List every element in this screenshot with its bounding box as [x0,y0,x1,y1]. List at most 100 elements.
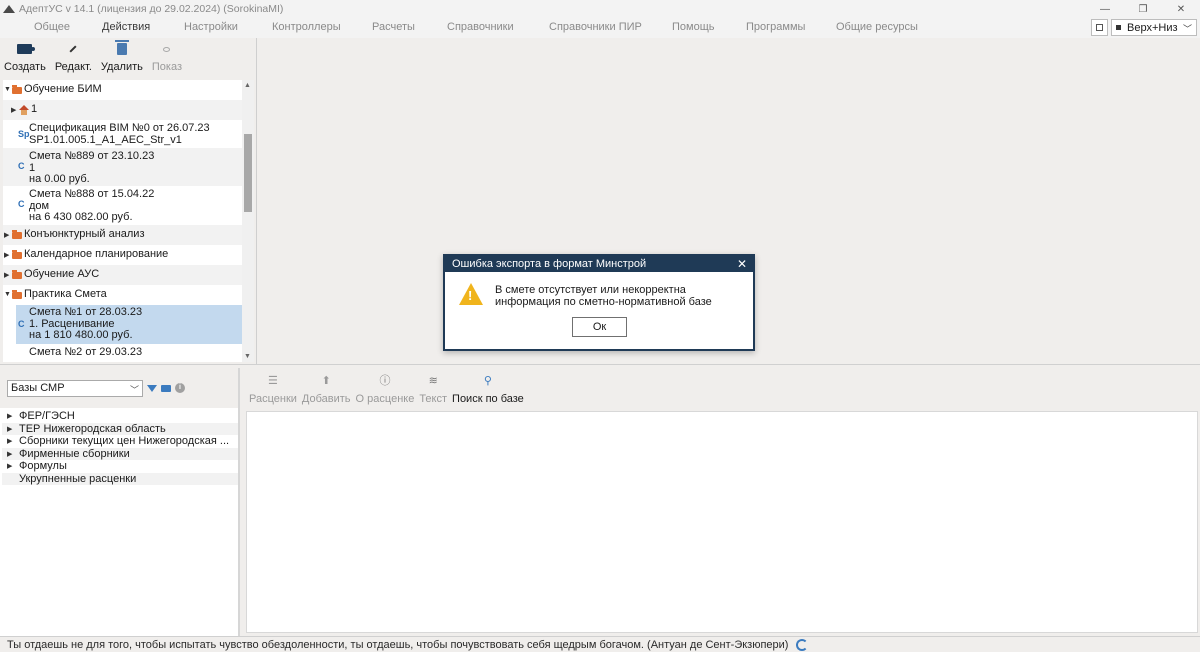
window-title: АдептУС v 14.1 (лицензия до 29.02.2024) … [19,3,284,15]
tree-item-label: Конъюнктурный анализ [24,228,145,240]
tree-item-label: Обучение БИМ [24,83,102,95]
trash-icon [114,40,129,55]
tree-item-estimate-888[interactable]: C Смета №888 от 15.04.22 дом на 6 430 08… [3,186,242,225]
caret-right-icon: ▶ [7,463,13,471]
edit-button[interactable]: Редакт. [55,38,92,80]
delete-button[interactable]: Удалить [101,38,143,80]
tree-item-label: Смета №888 от 15.04.22 дом на 6 430 082.… [29,188,155,223]
show-button[interactable]: Показ [152,38,182,80]
layout-select[interactable]: Верх+Низ ﹀ [1111,19,1197,36]
menu-shared-resources[interactable]: Общие ресурсы [836,21,918,33]
menu-calculations[interactable]: Расчеты [372,21,415,33]
caret-right-icon: ▶ [4,252,10,259]
title-bar: АдептУС v 14.1 (лицензия до 29.02.2024) … [0,0,1200,18]
layout-toggle-icon[interactable] [1091,19,1108,36]
scroll-up-icon[interactable]: ▲ [244,82,251,89]
base-item-fer[interactable]: ▶ ФЕР/ГЭСН [2,410,238,423]
menu-actions[interactable]: Действия [102,21,150,33]
info-circle-icon: ⓘ [379,374,391,387]
tree-item-estimate-2[interactable]: Смета №2 от 29.03.23 [3,345,242,362]
base-item-label: ТЕР Нижегородская область [19,422,166,435]
menu-general[interactable]: Общее [34,21,70,33]
status-quote: Ты отдаешь не для того, чтобы испытать ч… [7,638,789,651]
tree-item-spec[interactable]: Sp Спецификация BIM №0 от 26.07.23 SP1.0… [3,120,242,148]
info-icon[interactable]: i [175,383,185,393]
caret-down-icon: ▼ [4,86,11,93]
caret-down-icon: ▼ [4,291,11,298]
scroll-thumb[interactable] [244,134,252,212]
base-item-company[interactable]: ▶ Фирменные сборники [2,447,238,460]
add-button[interactable]: ⬆ Добавить [302,368,351,410]
menu-help[interactable]: Помощь [672,21,715,33]
search-base-button[interactable]: ⚲ Поиск по базе [452,368,524,410]
base-item-label: ФЕР/ГЭСН [19,410,75,423]
tree-item-bim[interactable]: ▼ Обучение БИМ [3,80,242,99]
close-icon[interactable]: ✕ [737,256,747,272]
tree-item-label: Календарное планирование [24,248,169,260]
tree-item-practice[interactable]: ▼ Практика Смета [3,285,242,305]
spec-doc-icon: Sp [18,129,30,139]
layout-select-value: Верх+Низ [1127,21,1178,34]
folder-icon [12,250,22,259]
menu-controllers[interactable]: Контроллеры [272,21,341,33]
caret-right-icon: ▶ [11,107,17,114]
menu-settings[interactable]: Настройки [184,21,238,33]
minimize-icon[interactable]: — [1086,0,1124,18]
tree-item-market-analysis[interactable]: ▶ Конъюнктурный анализ [3,225,242,245]
estimate-doc-icon: C [18,319,25,329]
base-item-label: Сборники текущих цен Нижегородская ... [19,435,230,448]
menu-references[interactable]: Справочники [447,21,514,33]
about-rate-label: О расценке [355,393,415,405]
tree-item-label: Смета №2 от 29.03.23 [29,346,143,358]
estimate-doc-icon: C [18,199,25,209]
tree-item-label: Практика Смета [24,288,107,300]
base-item-formulas[interactable]: ▶ Формулы [2,460,238,473]
caret-right-icon: ▶ [7,438,13,446]
chevron-down-icon: ﹀ [1182,24,1192,34]
base-item-ter[interactable]: ▶ ТЕР Нижегородская область [2,422,238,435]
rates-panel: ☰ Расценки ⬆ Добавить ⓘ О расценке ≋ Тек… [244,368,1200,636]
close-icon[interactable]: ✕ [1162,0,1200,18]
base-item-aggregated[interactable]: Укрупненные расценки [2,472,238,485]
rates-button[interactable]: ☰ Расценки [249,368,297,410]
bases-select[interactable]: Базы СМР ﹀ [7,379,143,397]
tree-item-label: Спецификация BIM №0 от 26.07.23 SP1.01.0… [29,122,210,146]
arrow-up-icon: ⬆ [321,374,331,387]
chevron-down-icon: ﹀ [129,384,139,395]
layout-controls: Верх+Низ ﹀ [1091,18,1197,37]
restore-icon[interactable]: ❐ [1124,0,1162,18]
create-button[interactable]: Создать [4,38,46,80]
text-button[interactable]: ≋ Текст [419,368,447,410]
folder-icon [12,85,22,94]
app-logo-icon [3,4,15,14]
tree-item-scheduling[interactable]: ▶ Календарное планирование [3,245,242,265]
tree-item-label: Смета №1 от 28.03.23 1. Расценивание на … [29,306,143,341]
tree-item-label: 1 [31,103,38,115]
about-rate-button[interactable]: ⓘ О расценке [356,368,415,410]
eye-icon [163,46,171,52]
text-label: Текст [419,393,448,405]
menu-programs[interactable]: Программы [746,21,805,33]
refresh-icon[interactable] [796,638,809,651]
show-label: Показ [151,61,183,73]
menu-references-pir[interactable]: Справочники ПИР [549,21,642,33]
dialog-title: Ошибка экспорта в формат Минстрой [452,258,647,270]
folder-open-icon[interactable] [161,384,171,392]
scroll-down-icon[interactable]: ▼ [244,353,251,360]
base-item-label: Укрупненные расценки [19,472,137,485]
rates-toolbar: ☰ Расценки ⬆ Добавить ⓘ О расценке ≋ Тек… [244,368,1200,410]
search-base-label: Поиск по базе [452,393,524,405]
tree-item-aus-training[interactable]: ▶ Обучение АУС [3,265,242,285]
dialog-title-bar: Ошибка экспорта в формат Минстрой ✕ [445,256,753,272]
filter-icon[interactable] [147,384,157,392]
estimate-doc-icon: C [18,161,25,171]
base-item-current-prices[interactable]: ▶ Сборники текущих цен Нижегородская ... [2,435,238,448]
dialog-body: ! В смете отсутствует или некорректна ин… [445,272,753,349]
tree-scrollbar[interactable]: ▲ ▼ [242,80,254,362]
tree-item-estimate-1[interactable]: C Смета №1 от 28.03.23 1. Расценивание н… [16,305,242,344]
ok-button[interactable]: Ок [572,317,627,337]
tree-item-object[interactable]: ▶ 1 [3,100,242,120]
tree-item-estimate-889[interactable]: C Смета №889 от 23.10.23 1 на 0.00 руб. [3,148,242,186]
dialog-message: В смете отсутствует или некорректна инфо… [495,284,712,308]
window-controls: — ❐ ✕ [1086,0,1200,18]
